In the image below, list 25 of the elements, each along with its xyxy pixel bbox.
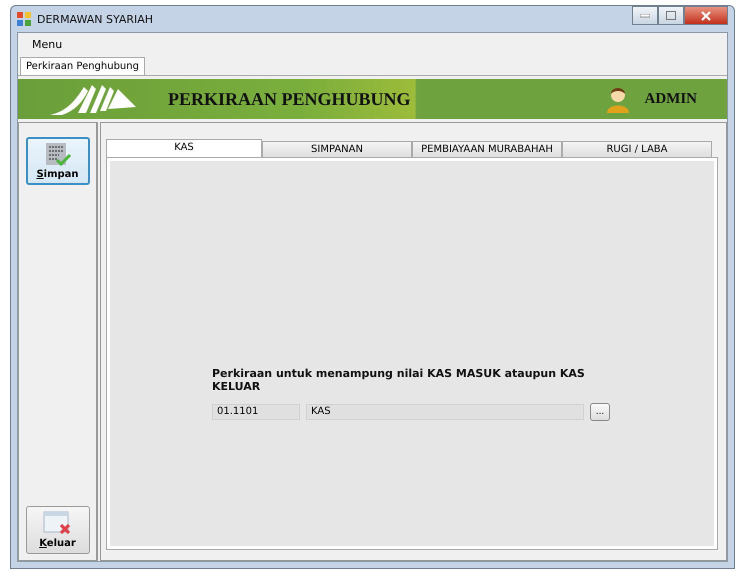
user-name: ADMIN	[644, 90, 697, 108]
save-button[interactable]: Simpan	[26, 137, 90, 185]
tab[interactable]: PEMBIAYAAN MURABAHAH	[412, 141, 562, 157]
user-icon	[604, 85, 630, 113]
app-icon	[17, 12, 31, 26]
account-name-field[interactable]: KAS	[306, 404, 584, 420]
window-close-icon	[42, 511, 72, 537]
minimize-icon	[640, 14, 650, 18]
document-check-icon	[44, 142, 72, 168]
tab[interactable]: RUGI / LABA	[562, 141, 712, 157]
field-caption: Perkiraan untuk menampung nilai KAS MASUK ataupun KAS KELUAR	[212, 366, 586, 392]
banner-title: PERKIRAAN PENGHUBUNG	[168, 88, 411, 110]
maximize-button[interactable]	[658, 6, 684, 25]
window-title: DERMAWAN SYARIAH	[37, 12, 154, 26]
tab[interactable]: KAS	[106, 139, 262, 157]
account-code-field[interactable]: 01.1101	[212, 404, 300, 420]
menu-item[interactable]: Menu	[22, 36, 72, 52]
close-button[interactable]	[684, 6, 728, 25]
minimize-button[interactable]	[632, 6, 658, 25]
close-icon	[701, 10, 711, 20]
browse-button[interactable]: ...	[590, 402, 610, 420]
tab[interactable]: SIMPANAN	[262, 141, 412, 157]
document-tab[interactable]: Perkiraan Penghubung	[20, 57, 145, 75]
exit-button[interactable]: Keluar	[26, 506, 90, 554]
maximize-icon	[666, 11, 676, 20]
